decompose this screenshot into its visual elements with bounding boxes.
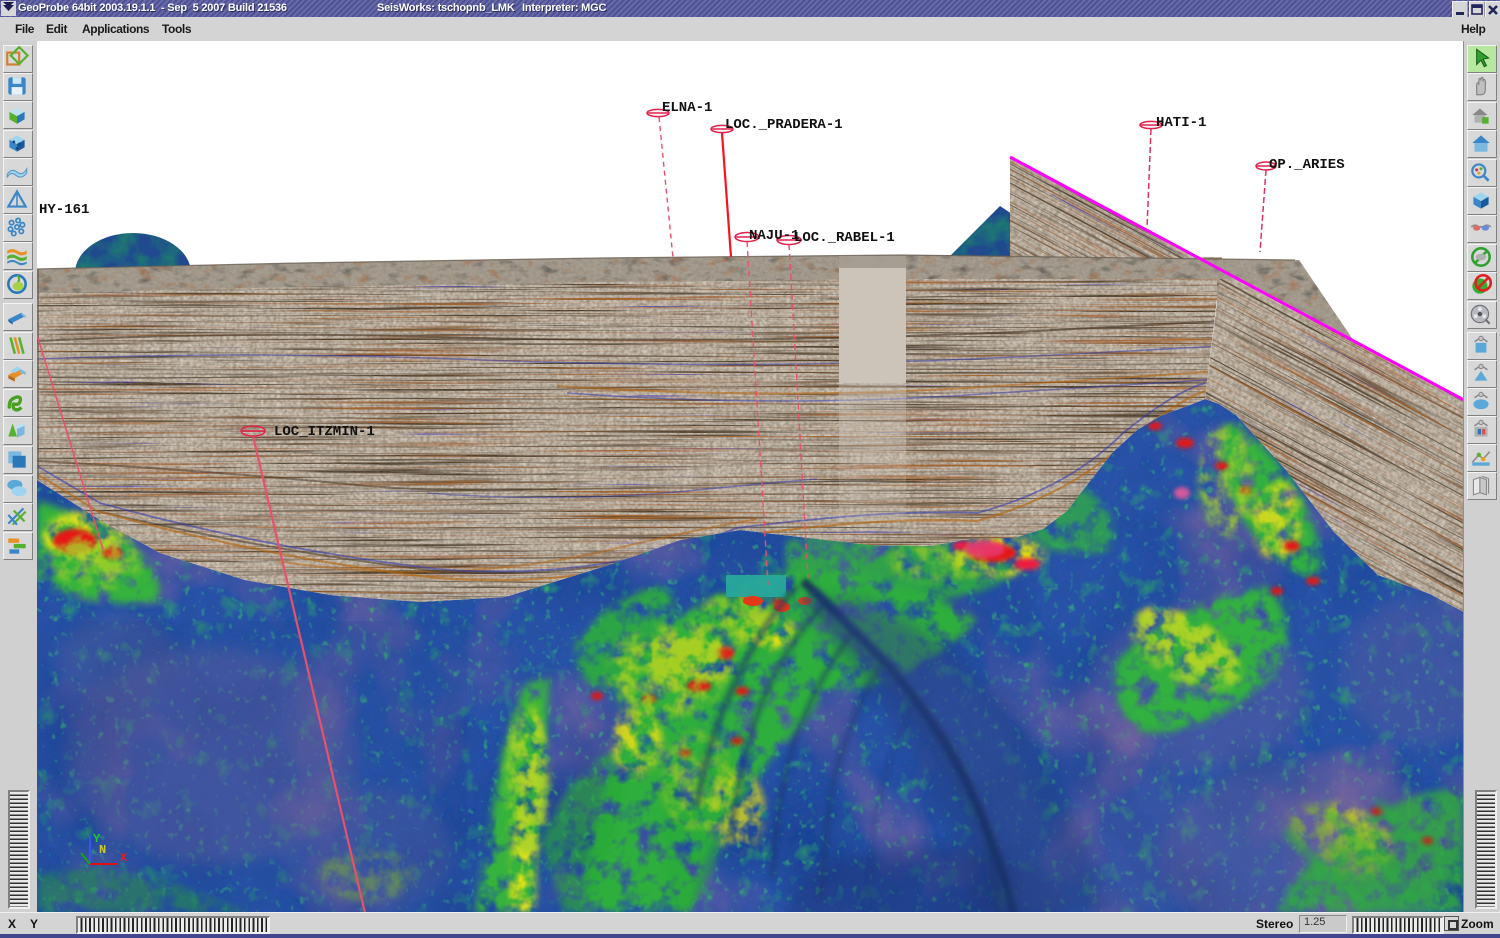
svg-text:LOC_ITZMIN-1: LOC_ITZMIN-1: [274, 424, 375, 440]
svg-text:LOC._RABEL-1: LOC._RABEL-1: [794, 230, 895, 246]
svg-text:NAJU-1: NAJU-1: [749, 228, 799, 244]
svg-text:N: N: [99, 843, 106, 857]
svg-text:ELNA-1: ELNA-1: [662, 100, 712, 116]
svg-text:X: X: [120, 851, 128, 865]
svg-text:HATI-1: HATI-1: [1156, 115, 1206, 131]
svg-text:LOC._PRADERA-1: LOC._PRADERA-1: [725, 117, 843, 133]
svg-text:OP._ARIES: OP._ARIES: [1269, 157, 1345, 173]
svg-text:HY-161: HY-161: [39, 202, 89, 218]
